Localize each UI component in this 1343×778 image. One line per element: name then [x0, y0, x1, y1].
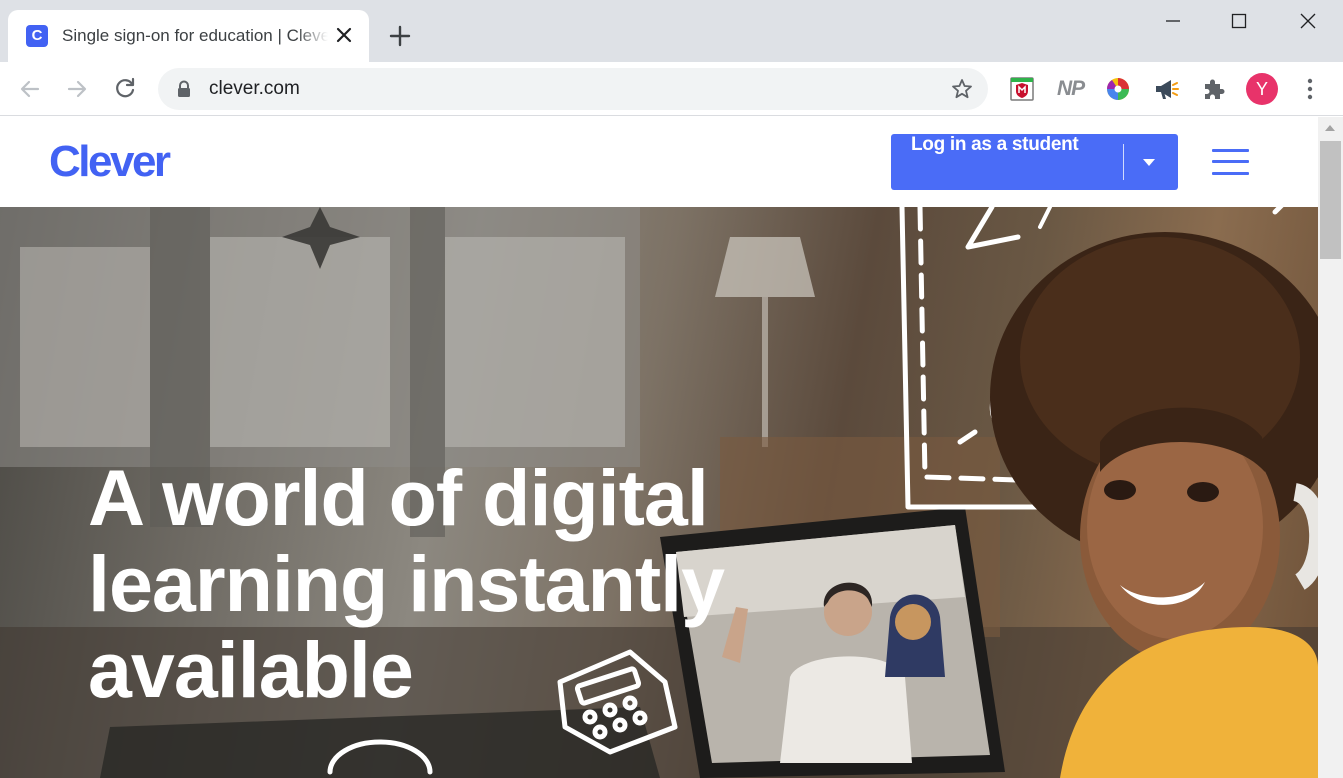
close-window-icon[interactable]: [1293, 8, 1323, 34]
close-tab-icon[interactable]: [332, 23, 356, 47]
bookmark-star-icon[interactable]: [950, 77, 974, 101]
address-bar[interactable]: clever.com: [158, 68, 988, 110]
back-icon[interactable]: [16, 75, 44, 103]
menu-kebab-icon[interactable]: [1298, 75, 1322, 103]
page-viewport: Clever Log in as a student A world of di…: [0, 117, 1318, 778]
scroll-up-arrow-icon[interactable]: [1325, 125, 1335, 131]
np-icon[interactable]: NP: [1057, 75, 1085, 103]
puzzle-icon[interactable]: [1200, 75, 1228, 103]
tab-title: Single sign-on for education | Clever: [62, 26, 328, 45]
url-text[interactable]: clever.com: [209, 78, 300, 100]
browser-tab[interactable]: C Single sign-on for education | Clever: [8, 10, 369, 62]
minimize-window-icon[interactable]: [1158, 8, 1188, 34]
login-button-divider: [1123, 144, 1124, 180]
page-scrollbar[interactable]: [1318, 117, 1343, 778]
color-wheel-icon[interactable]: [1104, 75, 1132, 103]
profile-avatar[interactable]: Y: [1246, 73, 1278, 105]
chevron-down-icon[interactable]: [1141, 156, 1157, 168]
megaphone-icon[interactable]: [1152, 75, 1180, 103]
clever-logo[interactable]: Clever: [49, 135, 171, 189]
hero-title-line: learning instantly: [88, 539, 725, 628]
maximize-window-icon[interactable]: [1224, 8, 1254, 34]
mcafee-icon[interactable]: [1008, 75, 1036, 103]
scrollbar-thumb[interactable]: [1320, 141, 1341, 259]
hero-section: A world of digital learning instantly av…: [0, 207, 1318, 778]
site-header: Clever Log in as a student: [0, 117, 1318, 207]
tab-strip: C Single sign-on for education | Clever: [0, 0, 1343, 62]
hamburger-menu-icon[interactable]: [1210, 148, 1250, 176]
hero-title: A world of digital learning instantly av…: [88, 455, 808, 713]
lock-icon[interactable]: [176, 80, 192, 98]
clever-favicon-icon: C: [26, 25, 48, 47]
browser-toolbar: clever.com NP Y: [0, 62, 1343, 116]
new-tab-icon[interactable]: [386, 22, 414, 50]
hero-title-line: available: [88, 625, 414, 714]
login-as-student-button[interactable]: Log in as a student: [891, 134, 1178, 190]
reload-icon[interactable]: [111, 75, 139, 103]
login-button-label: Log in as a student: [911, 134, 1079, 155]
forward-icon[interactable]: [63, 75, 91, 103]
hero-title-line: A world of digital: [88, 453, 709, 542]
